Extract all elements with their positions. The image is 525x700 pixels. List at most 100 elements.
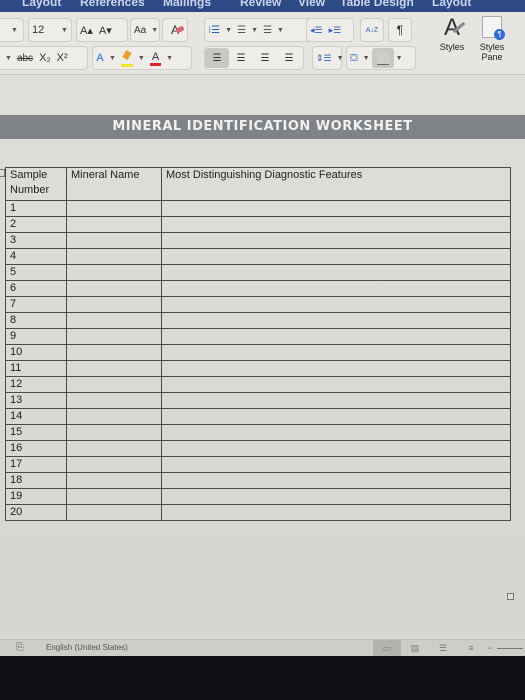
features-cell[interactable] [161, 200, 511, 217]
sample-cell[interactable]: 19 [5, 488, 67, 505]
mineral-name-cell[interactable] [66, 328, 162, 345]
mineral-name-cell[interactable] [66, 280, 162, 297]
tab-view[interactable]: View [298, 0, 325, 9]
styles-pane-button[interactable]: ¶ Styles Pane [474, 14, 510, 62]
mineral-name-cell[interactable] [66, 424, 162, 441]
numbering-button[interactable]: ☰ [234, 20, 249, 40]
document-page[interactable]: MINERAL IDENTIFICATION WORKSHEET Sample … [0, 75, 525, 635]
subscript-button[interactable]: X₂ [36, 48, 54, 68]
styles-button[interactable]: A Styles [432, 14, 472, 52]
increase-indent-button[interactable]: ▸☰ [326, 20, 345, 40]
mineral-name-cell[interactable] [66, 440, 162, 457]
increase-font-button[interactable]: A▴ [77, 20, 96, 40]
superscript-button[interactable]: X² [54, 48, 71, 68]
features-cell[interactable] [161, 232, 511, 249]
header-diagnostic-features[interactable]: Most Distinguishing Diagnostic Features [161, 167, 511, 201]
header-sample-number[interactable]: Sample Number [5, 167, 67, 201]
features-cell[interactable] [161, 296, 511, 313]
text-effects-button[interactable]: A [93, 48, 107, 68]
features-cell[interactable] [161, 472, 511, 489]
sample-cell[interactable]: 18 [5, 472, 67, 489]
sample-cell[interactable]: 9 [5, 328, 67, 345]
features-cell[interactable] [161, 312, 511, 329]
sample-cell[interactable]: 3 [5, 232, 67, 249]
features-cell[interactable] [161, 360, 511, 377]
tab-references[interactable]: References [80, 0, 145, 9]
zoom-slider[interactable]: − [485, 640, 525, 656]
features-cell[interactable] [161, 424, 511, 441]
line-spacing-button[interactable]: ⇕☰ ▼ [312, 46, 344, 70]
mineral-name-cell[interactable] [66, 232, 162, 249]
mineral-name-cell[interactable] [66, 392, 162, 409]
mineral-name-cell[interactable] [66, 488, 162, 505]
features-cell[interactable] [161, 504, 511, 521]
features-cell[interactable] [161, 280, 511, 297]
features-cell[interactable] [161, 216, 511, 233]
sample-cell[interactable]: 16 [5, 440, 67, 457]
sample-cell[interactable]: 12 [5, 376, 67, 393]
mineral-name-cell[interactable] [66, 472, 162, 489]
features-cell[interactable] [161, 440, 511, 457]
draft-view-button[interactable]: ≡ [457, 640, 485, 656]
strikethrough-button[interactable]: abc [14, 48, 36, 68]
sample-cell[interactable]: 8 [5, 312, 67, 329]
mineral-name-cell[interactable] [66, 504, 162, 521]
mineral-name-cell[interactable] [66, 200, 162, 217]
highlight-button[interactable] [118, 48, 136, 68]
justify-button[interactable]: ☰ [277, 48, 301, 68]
mineral-name-cell[interactable] [66, 344, 162, 361]
align-left-button[interactable]: ☰ [205, 48, 229, 68]
mineral-name-cell[interactable] [66, 216, 162, 233]
font-size-dropdown[interactable]: 12 ▼ [28, 18, 72, 42]
sample-cell[interactable]: 6 [5, 280, 67, 297]
features-cell[interactable] [161, 456, 511, 473]
multilevel-list-button[interactable]: ☰ [260, 20, 275, 40]
tab-layout[interactable]: Layout [22, 0, 61, 9]
mineral-name-cell[interactable] [66, 376, 162, 393]
sample-cell[interactable]: 13 [5, 392, 67, 409]
decrease-font-button[interactable]: A▾ [96, 20, 115, 40]
language-indicator[interactable]: English (United States) [46, 643, 128, 652]
features-cell[interactable] [161, 344, 511, 361]
sample-cell[interactable]: 5 [5, 264, 67, 281]
sample-cell[interactable]: 4 [5, 248, 67, 265]
features-cell[interactable] [161, 392, 511, 409]
sample-cell[interactable]: 7 [5, 296, 67, 313]
borders-button[interactable] [371, 48, 394, 68]
sample-cell[interactable]: 20 [5, 504, 67, 521]
sample-cell[interactable]: 10 [5, 344, 67, 361]
proofing-icon[interactable]: ⎘ [16, 642, 24, 653]
tab-table-design[interactable]: Table Design [340, 0, 414, 9]
mineral-name-cell[interactable] [66, 296, 162, 313]
header-mineral-name[interactable]: Mineral Name [66, 167, 162, 201]
mineral-name-cell[interactable] [66, 456, 162, 473]
font-name-dropdown[interactable]: ▼ [0, 18, 24, 42]
change-case-button[interactable]: Aa ▼ [130, 18, 160, 42]
sample-cell[interactable]: 11 [5, 360, 67, 377]
features-cell[interactable] [161, 248, 511, 265]
sample-cell[interactable]: 1 [5, 200, 67, 217]
clear-formatting-button[interactable]: A [162, 18, 188, 42]
font-color-button[interactable]: A [147, 48, 164, 68]
features-cell[interactable] [161, 488, 511, 505]
mineral-name-cell[interactable] [66, 408, 162, 425]
table-resize-handle[interactable] [507, 593, 514, 600]
align-center-button[interactable]: ☰ [229, 48, 253, 68]
decrease-indent-button[interactable]: ◂☰ [307, 20, 326, 40]
sort-button[interactable]: A↓Z [360, 18, 384, 42]
features-cell[interactable] [161, 408, 511, 425]
sample-cell[interactable]: 14 [5, 408, 67, 425]
tab-table-layout[interactable]: Layout [432, 0, 471, 9]
sample-cell[interactable]: 2 [5, 216, 67, 233]
sample-cell[interactable]: 15 [5, 424, 67, 441]
show-formatting-button[interactable]: ¶ [388, 18, 412, 42]
mineral-name-cell[interactable] [66, 248, 162, 265]
mineral-name-cell[interactable] [66, 360, 162, 377]
mineral-name-cell[interactable] [66, 264, 162, 281]
tab-review[interactable]: Review [240, 0, 281, 9]
mineral-name-cell[interactable] [66, 312, 162, 329]
tab-mailings[interactable]: Mailings [163, 0, 211, 9]
features-cell[interactable] [161, 328, 511, 345]
web-layout-button[interactable]: ▤ [401, 640, 429, 656]
sample-cell[interactable]: 17 [5, 456, 67, 473]
